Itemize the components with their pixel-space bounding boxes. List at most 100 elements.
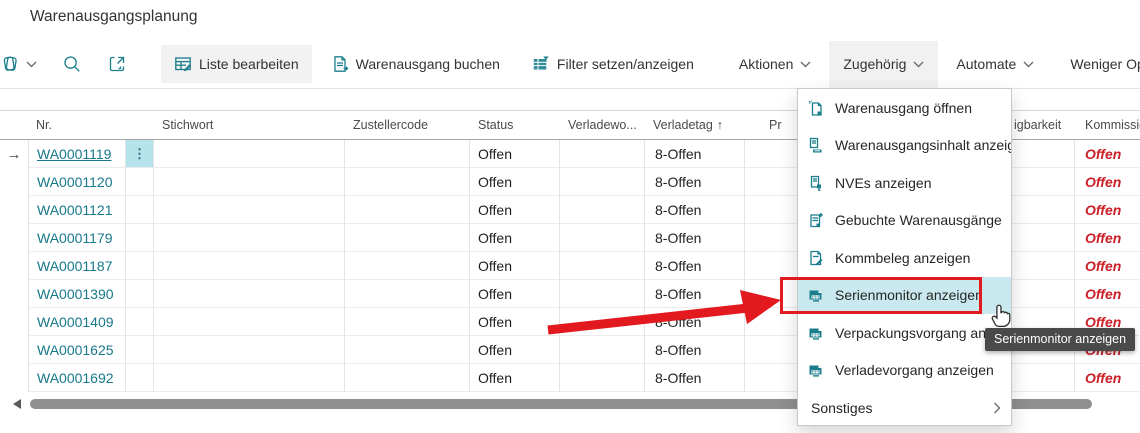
post-shipment-button[interactable]: Warenausgang buchen	[318, 45, 513, 83]
menu-item-label: Kommbeleg anzeigen	[835, 250, 970, 266]
cell-verladetag: 8-Offen	[645, 364, 745, 392]
column-header-nr[interactable]: Nr.	[28, 111, 126, 139]
focus-mode-icon	[107, 54, 127, 74]
cell-verladetag: 8-Offen	[645, 252, 745, 280]
chevron-right-icon	[993, 402, 1001, 414]
shipment-link[interactable]: WA0001120	[37, 174, 113, 190]
shipment-link[interactable]: WA0001121	[37, 202, 113, 218]
shipment-link[interactable]: WA0001119	[37, 146, 111, 162]
views-icon	[0, 53, 22, 75]
zugehoerig-dropdown-menu: Warenausgang öffnen Warenausgangsinhalt …	[797, 88, 1012, 426]
menu-item-sonstiges[interactable]: Sonstiges	[798, 389, 1011, 426]
menu-item-nves[interactable]: NVEs anzeigen	[798, 164, 1011, 202]
document-open-icon	[808, 100, 826, 116]
monitor-grid-icon	[808, 362, 826, 378]
column-header-spacer	[126, 111, 154, 139]
menu-item-warenausgangsinhalt[interactable]: Warenausgangsinhalt anzeigen	[798, 127, 1011, 165]
chevron-down-icon	[913, 61, 924, 68]
shipment-link[interactable]: WA0001187	[37, 258, 113, 274]
document-edit-icon	[808, 250, 826, 266]
shipment-link[interactable]: WA0001179	[37, 230, 113, 246]
column-header-kommissionierung[interactable]: Kommissio	[1075, 111, 1140, 139]
shipment-link[interactable]: WA0001409	[37, 314, 114, 330]
monitor-grid-icon	[808, 325, 826, 341]
menu-weniger-optionen[interactable]: Weniger Optionen	[1056, 41, 1140, 88]
zugehoerig-label: Zugehörig	[843, 56, 906, 72]
edit-list-label: Liste bearbeiten	[199, 56, 299, 72]
shipment-link[interactable]: WA0001692	[37, 370, 114, 386]
cell-status: Offen	[470, 252, 560, 280]
column-header-stichwort[interactable]: Stichwort	[154, 111, 345, 139]
column-header-verfuegbarkeit[interactable]: igbarkeit	[1012, 111, 1075, 139]
monitor-grid-icon	[808, 287, 826, 303]
cell-status: Offen	[470, 364, 560, 392]
switch-view-button[interactable]	[0, 53, 37, 75]
edit-list-button[interactable]: Liste bearbeiten	[161, 45, 312, 83]
post-shipment-label: Warenausgang buchen	[356, 56, 500, 72]
menu-item-label: Warenausgangsinhalt anzeigen	[835, 137, 1012, 153]
cell-status: Offen	[470, 224, 560, 252]
cell-verladetag: 8-Offen	[645, 196, 745, 224]
cell-status: Offen	[470, 196, 560, 224]
cell-stichwort	[154, 140, 345, 168]
shipment-link[interactable]: WA0001625	[37, 342, 114, 358]
menu-item-verpackungsvorgang[interactable]: Verpackungsvorgang anzeigen	[798, 314, 1011, 352]
page-title: Warenausgangsplanung	[30, 8, 197, 26]
edit-list-icon	[174, 55, 192, 73]
menu-item-gebuchte-warenausgaenge[interactable]: Gebuchte Warenausgänge	[798, 202, 1011, 240]
cell-status: Offen	[470, 336, 560, 364]
menu-item-serienmonitor[interactable]: Serienmonitor anzeigen	[798, 277, 1011, 315]
cell-zustellercode	[345, 140, 470, 168]
cell-verfuegbarkeit	[1012, 140, 1075, 168]
menu-zugehoerig[interactable]: Zugehörig	[829, 41, 938, 88]
filter-table-icon	[532, 55, 550, 73]
cell-verladewochentag	[560, 140, 645, 168]
column-header-verladewochentag[interactable]: Verladewo...	[560, 111, 645, 139]
search-button[interactable]	[62, 54, 82, 74]
menu-item-label: NVEs anzeigen	[835, 175, 932, 191]
cell-kommissionierung: Offen	[1075, 252, 1140, 280]
menu-item-verladevorgang[interactable]: Verladevorgang anzeigen	[798, 352, 1011, 390]
chevron-down-icon	[1023, 61, 1034, 68]
cell-kommissionierung: Offen	[1075, 196, 1140, 224]
menu-item-label: Gebuchte Warenausgänge	[835, 212, 1002, 228]
chevron-down-icon	[26, 61, 37, 68]
automate-label: Automate	[956, 56, 1016, 72]
menu-automate[interactable]: Automate	[942, 41, 1048, 88]
scroll-left-icon[interactable]	[13, 399, 21, 409]
focus-mode-button[interactable]	[107, 54, 127, 74]
cell-verladetag: 8-Offen	[645, 168, 745, 196]
menu-item-kommbeleg[interactable]: Kommbeleg anzeigen	[798, 239, 1011, 277]
cell-verladetag: 8-Offen	[645, 140, 745, 168]
search-icon	[62, 54, 82, 74]
menu-item-label: Warenausgang öffnen	[835, 100, 972, 116]
cell-verladetag: 8-Offen	[645, 308, 745, 336]
cell-status: Offen	[470, 308, 560, 336]
shipment-link[interactable]: WA0001390	[37, 286, 114, 302]
chevron-down-icon	[800, 61, 811, 68]
cell-status: Offen	[470, 280, 560, 308]
column-header-verladetag[interactable]: Verladetag ↑	[645, 111, 745, 139]
menu-item-warenausgang-oeffnen[interactable]: Warenausgang öffnen	[798, 89, 1011, 127]
cell-kommissionierung: Offen	[1075, 168, 1140, 196]
menu-item-label: Verladevorgang anzeigen	[835, 362, 994, 378]
tooltip: Serienmonitor anzeigen	[985, 328, 1135, 351]
cell-kommissionierung: Offen	[1075, 224, 1140, 252]
menu-item-label: Sonstiges	[811, 400, 872, 416]
cell-verladetag: 8-Offen	[645, 224, 745, 252]
filter-button[interactable]: Filter setzen/anzeigen	[519, 45, 707, 83]
menu-item-label: Serienmonitor anzeigen	[835, 287, 983, 303]
selected-row-arrow-icon: →	[0, 140, 28, 168]
cell-verladetag: 8-Offen	[645, 336, 745, 364]
action-toolbar: Liste bearbeiten Warenausgang buchen Fil…	[0, 40, 1140, 89]
filter-label: Filter setzen/anzeigen	[557, 56, 694, 72]
document-content-icon	[808, 137, 826, 153]
weniger-optionen-label: Weniger Optionen	[1070, 56, 1140, 72]
menu-aktionen[interactable]: Aktionen	[725, 41, 825, 88]
column-header-status[interactable]: Status	[470, 111, 560, 139]
document-package-icon	[808, 175, 826, 191]
row-context-menu-icon[interactable]: ⋮	[126, 140, 154, 168]
column-header-zustellercode[interactable]: Zustellercode	[345, 111, 470, 139]
cell-status: Offen	[470, 168, 560, 196]
aktionen-label: Aktionen	[739, 56, 793, 72]
